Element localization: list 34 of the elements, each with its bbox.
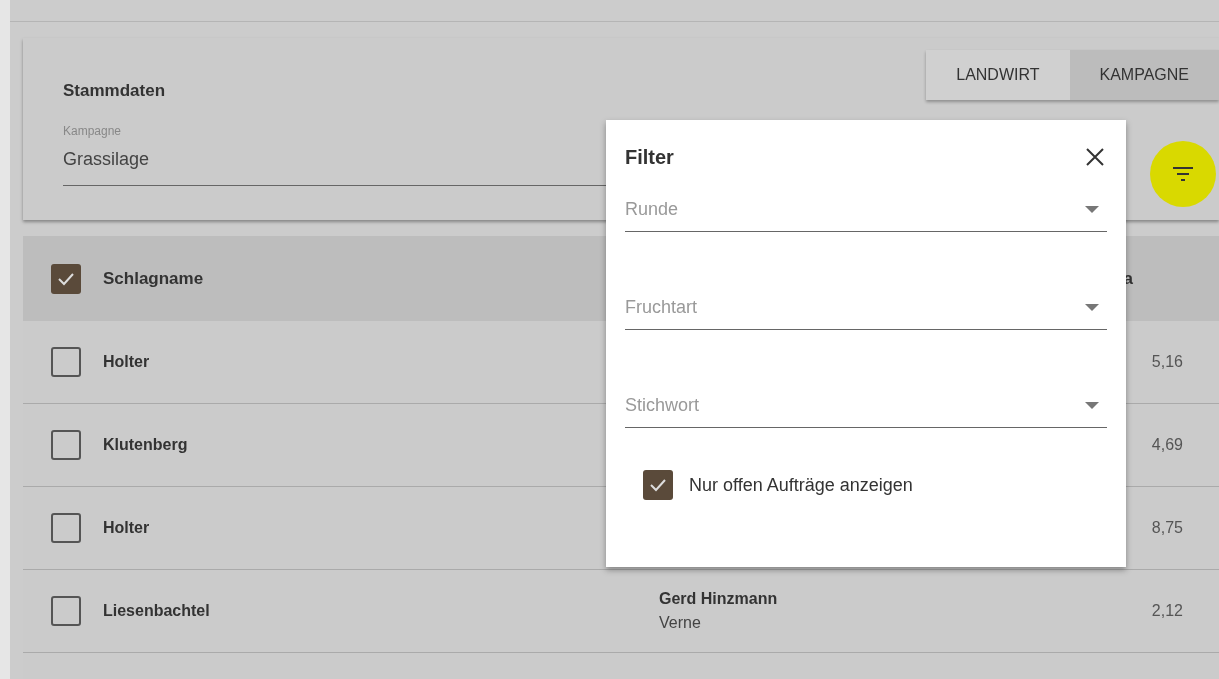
table-cell-text: Holter (103, 352, 151, 372)
field-value: Grassilage (63, 148, 151, 171)
card-title: Stammdaten (63, 80, 166, 102)
checkbox[interactable] (51, 263, 81, 294)
select-placeholder: Stichwort (625, 394, 700, 417)
filter-icon (1172, 167, 1194, 181)
checkbox[interactable] (51, 430, 81, 460)
dropdown-icon (1085, 304, 1099, 311)
checkmark-icon (649, 478, 667, 492)
table-cell-text: 2,12 (1151, 601, 1183, 621)
table-cell-text: 8,75 (1151, 518, 1183, 538)
table-cell-text: 4,69 (1151, 435, 1183, 455)
table-cell-text: 5,16 (1151, 352, 1183, 372)
table-cell-text: Gerd Hinzmann (659, 589, 778, 609)
checkbox-label: Nur offen Aufträge anzeigen (689, 473, 913, 497)
select-placeholder: Fruchtart (625, 296, 698, 319)
table-cell-text: Verne (659, 613, 702, 633)
column-header: Schlagname (103, 267, 204, 290)
tab[interactable]: KAMPAGNE (1069, 50, 1219, 100)
checkbox[interactable] (643, 470, 673, 500)
checkbox[interactable] (51, 513, 81, 543)
table-cell-text: Klutenberg (103, 435, 189, 455)
checkbox[interactable] (51, 596, 81, 626)
checkbox[interactable] (51, 347, 81, 377)
table-cell-text: Liesenbachtel (103, 601, 211, 621)
tab[interactable]: LANDWIRT (926, 50, 1070, 100)
select-placeholder: Runde (625, 198, 679, 221)
dropdown-icon (1085, 402, 1099, 409)
field-label: Kampagne (63, 123, 123, 140)
popup-title: Filter (625, 145, 674, 170)
checkmark-icon (57, 271, 75, 286)
close-icon (1085, 147, 1105, 167)
dropdown-icon (1085, 206, 1099, 213)
table-cell-text: Holter (103, 518, 151, 538)
